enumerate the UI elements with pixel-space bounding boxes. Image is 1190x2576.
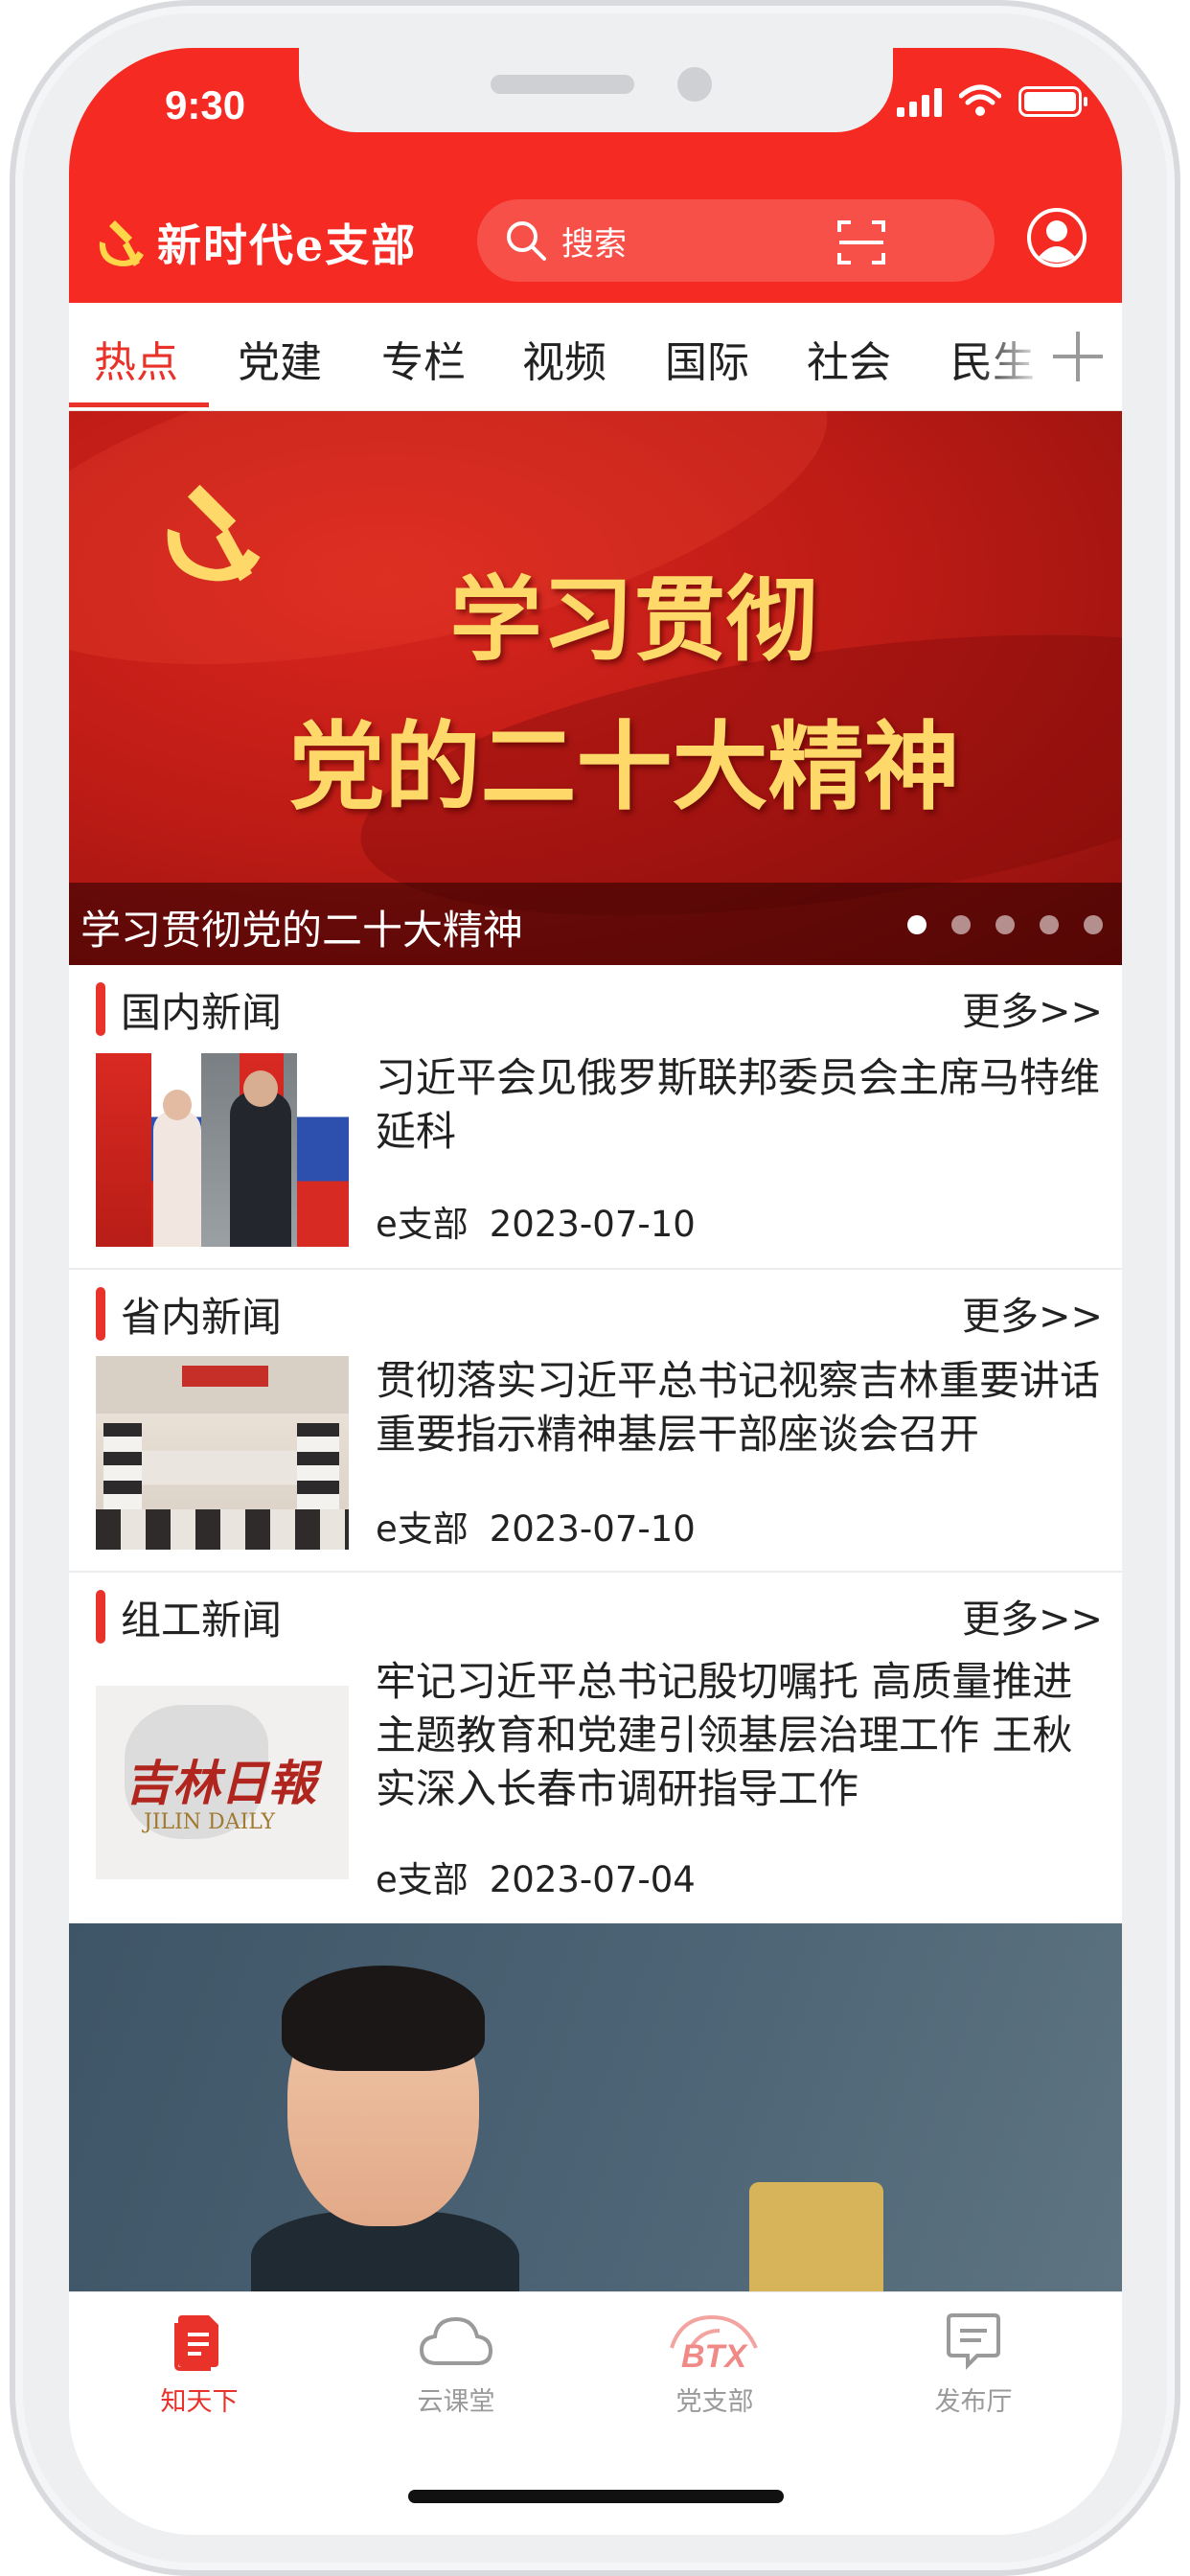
speaker-grille (491, 75, 634, 94)
more-link[interactable]: 更多>> (962, 1588, 1103, 1644)
battery-icon (1018, 86, 1087, 117)
news-thumbnail[interactable]: 吉林日報 JILIN DAILY (96, 1686, 349, 1879)
nav-item-classroom[interactable]: 云课堂 (370, 2310, 542, 2418)
hero-banner[interactable]: 学习贯彻 党的二十大精神 学习贯彻党的二十大精神 (69, 411, 1122, 965)
banner-caption-bar: 学习贯彻党的二十大精神 (69, 883, 1122, 965)
add-tab-icon[interactable] (1051, 328, 1105, 381)
tab-society[interactable]: 社会 (807, 328, 891, 389)
nav-label: 云课堂 (417, 2387, 495, 2417)
news-title[interactable]: 习近平会见俄罗斯联邦委员会主席马特维延科 (376, 1051, 1104, 1159)
news-source: e支部 (376, 1859, 469, 1900)
message-icon (947, 2313, 1000, 2370)
section-title: 国内新闻 (121, 989, 283, 1036)
section-title: 组工新闻 (121, 1597, 283, 1644)
carousel-dot[interactable] (1040, 915, 1059, 934)
cloud-icon (419, 2316, 493, 2365)
banner-caption: 学习贯彻党的二十大精神 (80, 907, 524, 954)
section-marker (96, 1287, 105, 1341)
news-title[interactable]: 贯彻落实习近平总书记视察吉林重要讲话重要指示精神基层干部座谈会召开 (376, 1354, 1104, 1461)
nav-label: 党支部 (675, 2387, 754, 2417)
news-meta: e支部 2023-07-10 (376, 1500, 717, 1552)
news-source: e支部 (376, 1508, 469, 1550)
tab-hot[interactable]: 热点 (94, 328, 178, 389)
scan-icon[interactable] (835, 217, 887, 268)
front-camera (677, 67, 712, 102)
news-thumbnail[interactable] (96, 1053, 349, 1247)
news-meta: e支部 2023-07-04 (376, 1851, 717, 1902)
news-meta: e支部 2023-07-10 (376, 1195, 717, 1247)
featured-photo[interactable] (69, 1923, 1122, 2291)
nav-label: 发布厅 (934, 2387, 1013, 2417)
app-name: 新时代e支部 (157, 219, 418, 271)
carousel-dot[interactable] (951, 915, 971, 934)
banner-headline-2: 党的二十大精神 (288, 710, 960, 823)
tab-columns[interactable]: 专栏 (381, 328, 466, 389)
tab-party-building[interactable]: 党建 (238, 328, 322, 389)
nav-item-publish[interactable]: 发布厅 (887, 2310, 1060, 2418)
search-placeholder: 搜索 (561, 224, 627, 264)
signal-icon (897, 86, 942, 117)
document-icon (174, 2315, 218, 2371)
profile-icon[interactable] (1026, 207, 1087, 268)
tab-fade (978, 303, 1045, 408)
active-tab-indicator (69, 402, 209, 407)
wifi-icon (959, 84, 1001, 116)
section-marker (96, 1590, 105, 1644)
section-title: 省内新闻 (121, 1294, 283, 1341)
section-marker (96, 982, 105, 1036)
app-logo: 新时代e支部 (90, 211, 417, 274)
news-date: 2023-07-10 (489, 1508, 696, 1550)
banner-headline-1: 学习贯彻 (449, 565, 818, 674)
news-thumbnail[interactable] (96, 1356, 349, 1550)
category-tabs: 热点 党建 专栏 视频 国际 社会 民生 (69, 303, 1122, 411)
status-time: 9:30 (165, 82, 246, 127)
party-emblem-icon (99, 220, 144, 266)
news-section-domestic: 国内新闻 更多>> 习近平会见俄罗斯联邦委员会主席马特维延科 e支部 2023-0… (69, 965, 1122, 1270)
news-source: e支部 (376, 1204, 469, 1245)
btx-logo-icon: BTX (670, 2314, 758, 2375)
home-indicator[interactable] (408, 2490, 784, 2503)
nav-item-branch[interactable]: BTX 党支部 (629, 2310, 801, 2418)
news-date: 2023-07-04 (489, 1859, 696, 1900)
more-link[interactable]: 更多>> (962, 980, 1103, 1036)
news-section-organization: 组工新闻 更多>> 吉林日報 JILIN DAILY 牢记习近平总书记殷切嘱托 … (69, 1573, 1122, 1923)
tab-international[interactable]: 国际 (665, 328, 749, 389)
news-section-provincial: 省内新闻 更多>> 贯彻落实习近平总书记视察吉林重要讲话重要指示精神基层干部座谈… (69, 1270, 1122, 1573)
device-notch (299, 48, 893, 132)
nav-item-news[interactable]: 知天下 (113, 2310, 286, 2418)
carousel-dot[interactable] (907, 915, 927, 934)
carousel-dot[interactable] (995, 915, 1015, 934)
app-header: 新时代e支部 搜索 (69, 192, 1122, 288)
newspaper-logo-en: JILIN DAILY (144, 1810, 275, 1834)
nav-label: 知天下 (160, 2387, 239, 2417)
tab-video[interactable]: 视频 (522, 328, 606, 389)
svg-text:BTX: BTX (681, 2338, 748, 2371)
news-date: 2023-07-10 (489, 1204, 696, 1245)
more-link[interactable]: 更多>> (962, 1285, 1103, 1341)
app-screen: 9:30 新时代e支部 搜索 热点 党建 专栏 视频 国际 社会 学习贯彻 党的… (69, 48, 1122, 2535)
top-bar: 9:30 新时代e支部 搜索 (69, 48, 1122, 303)
search-input[interactable]: 搜索 (477, 199, 995, 282)
news-title[interactable]: 牢记习近平总书记殷切嘱托 高质量推进主题教育和党建引领基层治理工作 王秋实深入长… (376, 1655, 1104, 1816)
search-icon (507, 221, 546, 261)
carousel-dot[interactable] (1084, 915, 1103, 934)
carousel-dots (907, 915, 1103, 934)
status-icons (897, 84, 1087, 117)
newspaper-logo: 吉林日報 (125, 1755, 316, 1811)
